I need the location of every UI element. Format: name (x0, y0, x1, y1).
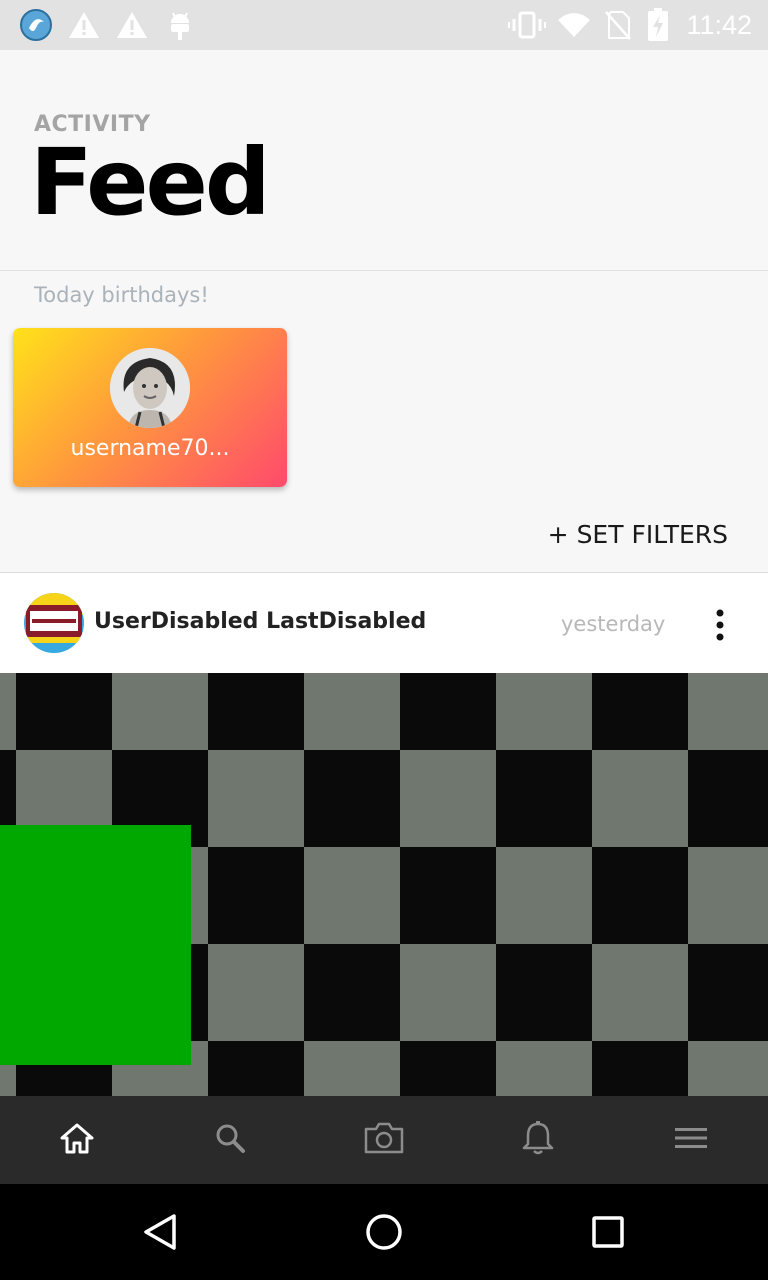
birthdays-label: Today birthdays! (34, 283, 209, 307)
system-nav-bar (0, 1184, 768, 1280)
app-logo-icon (18, 8, 54, 42)
set-filters-button[interactable]: + SET FILTERS (548, 520, 728, 549)
status-bar: 11:42 (0, 0, 768, 50)
nav-camera[interactable] (307, 1096, 461, 1184)
birthday-card[interactable]: username70... (13, 328, 287, 487)
camera-icon (363, 1121, 405, 1160)
screen: 11:42 ACTIVITY Feed Today birthdays! use… (0, 0, 768, 1280)
status-time: 11:42 (686, 10, 752, 40)
no-sim-icon (602, 8, 634, 42)
search-icon (214, 1122, 246, 1159)
bottom-nav (0, 1096, 768, 1184)
page-header: ACTIVITY Feed (0, 50, 768, 270)
vibrate-icon (508, 8, 546, 42)
battery-charging-icon (644, 8, 672, 42)
nav-notifications[interactable] (461, 1096, 615, 1184)
home-circle-icon[interactable] (360, 1208, 408, 1256)
recents-icon[interactable] (584, 1208, 632, 1256)
page-title: Feed (30, 129, 271, 236)
avatar (110, 348, 190, 428)
post-image[interactable] (0, 673, 768, 1096)
bell-icon (522, 1120, 554, 1161)
nav-menu[interactable] (614, 1096, 768, 1184)
home-icon (60, 1122, 94, 1159)
nav-search[interactable] (154, 1096, 308, 1184)
menu-icon (675, 1126, 708, 1155)
nav-home[interactable] (0, 1096, 154, 1184)
avatar[interactable] (24, 593, 84, 653)
warning-icon (114, 8, 150, 42)
back-icon[interactable] (136, 1208, 184, 1256)
header-divider (0, 270, 768, 271)
warning-icon (66, 8, 102, 42)
post-header: UserDisabled LastDisabled yesterday (0, 572, 768, 673)
post-time: yesterday (561, 612, 666, 636)
birthday-username: username70... (70, 436, 230, 461)
more-vertical-icon[interactable] (706, 605, 734, 645)
android-icon (164, 8, 196, 42)
post-author[interactable]: UserDisabled LastDisabled (94, 609, 426, 634)
wifi-icon (556, 8, 592, 42)
